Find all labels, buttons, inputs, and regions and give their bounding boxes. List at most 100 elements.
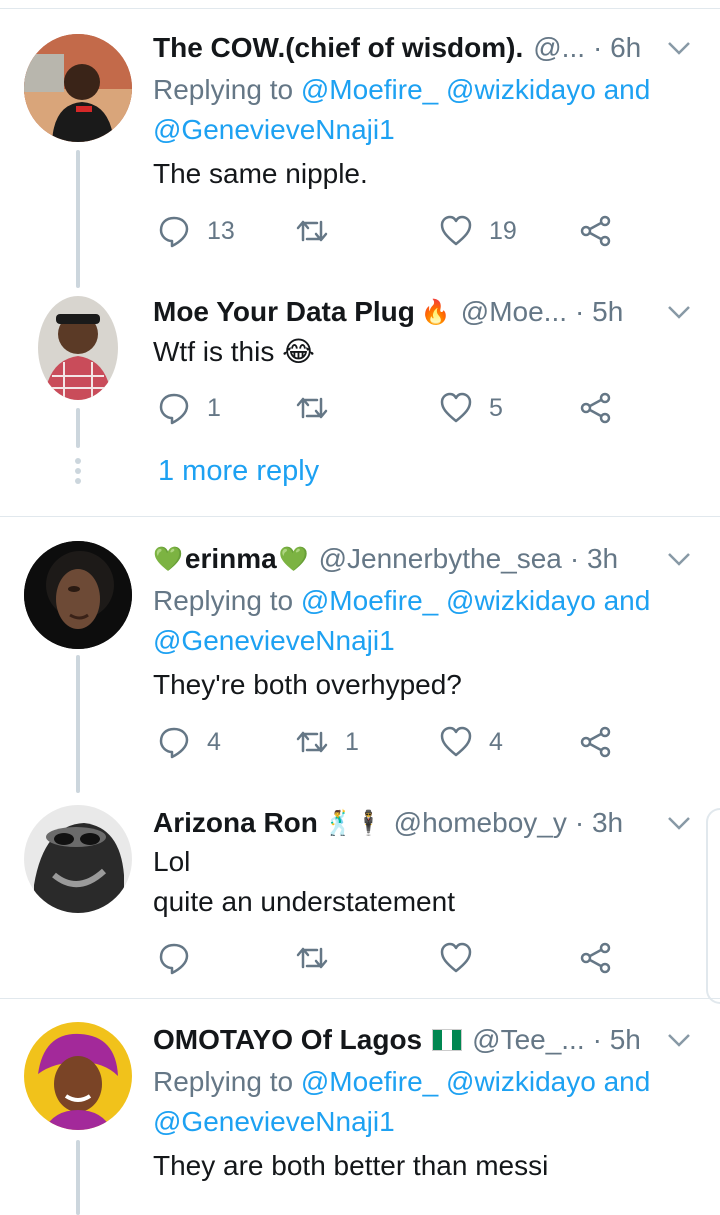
avatar[interactable] <box>24 805 132 913</box>
avatar[interactable] <box>24 541 132 649</box>
retweet-button[interactable] <box>295 388 345 428</box>
timestamp[interactable]: · 3h <box>570 543 618 575</box>
tweet-text-line: Lol <box>153 846 191 877</box>
like-button[interactable]: 19 <box>439 211 517 251</box>
display-name[interactable]: erinma <box>185 543 277 575</box>
replying-label: Replying to <box>153 1066 294 1097</box>
tweet-text: Lol quite an understatement <box>153 842 690 922</box>
like-button[interactable] <box>439 938 489 978</box>
retweet-icon <box>296 397 328 419</box>
share-button[interactable] <box>579 388 613 428</box>
user-handle[interactable]: @Moe... <box>461 296 567 328</box>
like-count: 5 <box>489 393 503 422</box>
more-replies-dots <box>72 458 84 488</box>
share-icon <box>580 726 611 758</box>
user-handle[interactable]: @... <box>533 32 585 64</box>
timestamp[interactable]: · 3h <box>575 807 623 839</box>
retweet-icon <box>296 947 328 969</box>
display-name[interactable]: Arizona Ron <box>153 807 318 839</box>
like-count: 4 <box>489 727 503 756</box>
reply-feed: The COW.(chief of wisdom). @... · 6h Rep… <box>0 0 720 1215</box>
thread-line <box>76 655 80 793</box>
reply-count: 13 <box>207 216 235 245</box>
chevron-down-icon[interactable] <box>666 35 692 61</box>
chevron-down-icon[interactable] <box>666 299 692 325</box>
reply-icon <box>159 393 189 425</box>
mention-and[interactable]: and <box>604 1066 651 1097</box>
retweet-button[interactable] <box>295 938 345 978</box>
mention-links[interactable]: @Moefire_ @wizkidayo <box>301 585 596 616</box>
thread-line <box>76 408 80 448</box>
mention-and[interactable]: and <box>604 585 651 616</box>
tweet-text-line: quite an understatement <box>153 886 455 917</box>
fire-emoji: 🔥 <box>420 298 451 326</box>
timestamp[interactable]: · 5h <box>575 296 623 328</box>
user-handle[interactable]: @homeboy_y <box>394 807 567 839</box>
tweet-header: OMOTAYO Of Lagos @Tee_... · 5h <box>153 1022 668 1058</box>
nigeria-flag-icon <box>432 1029 463 1051</box>
tweet-header: 💚 erinma 💚 @Jennerbythe_sea · 3h <box>153 541 668 577</box>
replying-label: Replying to <box>153 585 294 616</box>
thread-line <box>76 1140 80 1215</box>
display-name[interactable]: OMOTAYO Of Lagos <box>153 1024 422 1056</box>
retweet-button[interactable] <box>295 211 345 251</box>
like-icon <box>440 392 472 423</box>
display-name[interactable]: The COW.(chief of wisdom). <box>153 32 523 64</box>
mention-link[interactable]: @GenevieveNnaji1 <box>153 114 395 145</box>
tweet-actions: 1 5 <box>153 388 633 428</box>
scroll-edge-handle[interactable] <box>706 808 720 1004</box>
share-button[interactable] <box>579 938 613 978</box>
like-icon <box>440 942 472 973</box>
green-heart-emoji: 💚 <box>278 545 309 573</box>
like-icon <box>440 215 472 246</box>
display-name[interactable]: Moe Your Data Plug <box>153 296 415 328</box>
share-icon <box>580 942 611 974</box>
tweet-text: They're both overhyped? <box>153 669 462 700</box>
share-button[interactable] <box>579 211 613 251</box>
avatar[interactable] <box>24 1022 132 1130</box>
mention-links[interactable]: @Moefire_ @wizkidayo <box>301 74 596 105</box>
retweet-button[interactable]: 1 <box>295 722 359 762</box>
timestamp[interactable]: · 5h <box>593 1024 641 1056</box>
like-button[interactable]: 4 <box>439 722 503 762</box>
divider <box>0 998 720 999</box>
reply-button[interactable]: 13 <box>157 211 235 251</box>
timestamp[interactable]: · 6h <box>593 32 641 64</box>
reply-icon <box>159 943 189 975</box>
share-button[interactable] <box>579 722 613 762</box>
retweet-icon <box>296 731 328 753</box>
tweet-actions <box>153 938 633 978</box>
mention-link[interactable]: @GenevieveNnaji1 <box>153 1106 395 1137</box>
share-icon <box>580 215 611 247</box>
replying-label: Replying to <box>153 74 294 105</box>
replying-to: Replying to @Moefire_ @wizkidayo and @Ge… <box>153 70 690 150</box>
replying-to: Replying to @Moefire_ @wizkidayo and @Ge… <box>153 1062 690 1142</box>
reply-button[interactable] <box>157 938 207 978</box>
chevron-down-icon[interactable] <box>666 546 692 572</box>
tweet-text: They are both better than messi <box>153 1150 549 1181</box>
more-replies-link[interactable]: 1 more reply <box>158 455 319 488</box>
replying-to: Replying to @Moefire_ @wizkidayo and @Ge… <box>153 581 690 661</box>
like-button[interactable]: 5 <box>439 388 503 428</box>
tweet-actions: 4 1 4 <box>153 722 633 762</box>
thread-line <box>76 150 80 288</box>
avatar[interactable] <box>38 296 118 400</box>
share-icon <box>580 392 611 424</box>
chevron-down-icon[interactable] <box>666 810 692 836</box>
reply-button[interactable]: 1 <box>157 388 221 428</box>
retweet-icon <box>296 220 328 242</box>
avatar[interactable] <box>24 34 132 142</box>
mention-links[interactable]: @Moefire_ @wizkidayo <box>301 1066 596 1097</box>
chevron-down-icon[interactable] <box>666 1027 692 1053</box>
user-handle[interactable]: @Jennerbythe_sea <box>319 543 562 575</box>
dancing-emoji: 🕺🕴 <box>323 809 384 837</box>
tweet-actions: 13 19 <box>153 211 633 251</box>
tweet-text: The same nipple. <box>153 158 368 189</box>
user-handle[interactable]: @Tee_... <box>472 1024 584 1056</box>
tweet-text: Wtf is this 😂 <box>153 336 315 367</box>
reply-icon <box>159 216 189 248</box>
mention-link[interactable]: @GenevieveNnaji1 <box>153 625 395 656</box>
like-count: 19 <box>489 216 517 245</box>
mention-and[interactable]: and <box>604 74 651 105</box>
reply-button[interactable]: 4 <box>157 722 221 762</box>
